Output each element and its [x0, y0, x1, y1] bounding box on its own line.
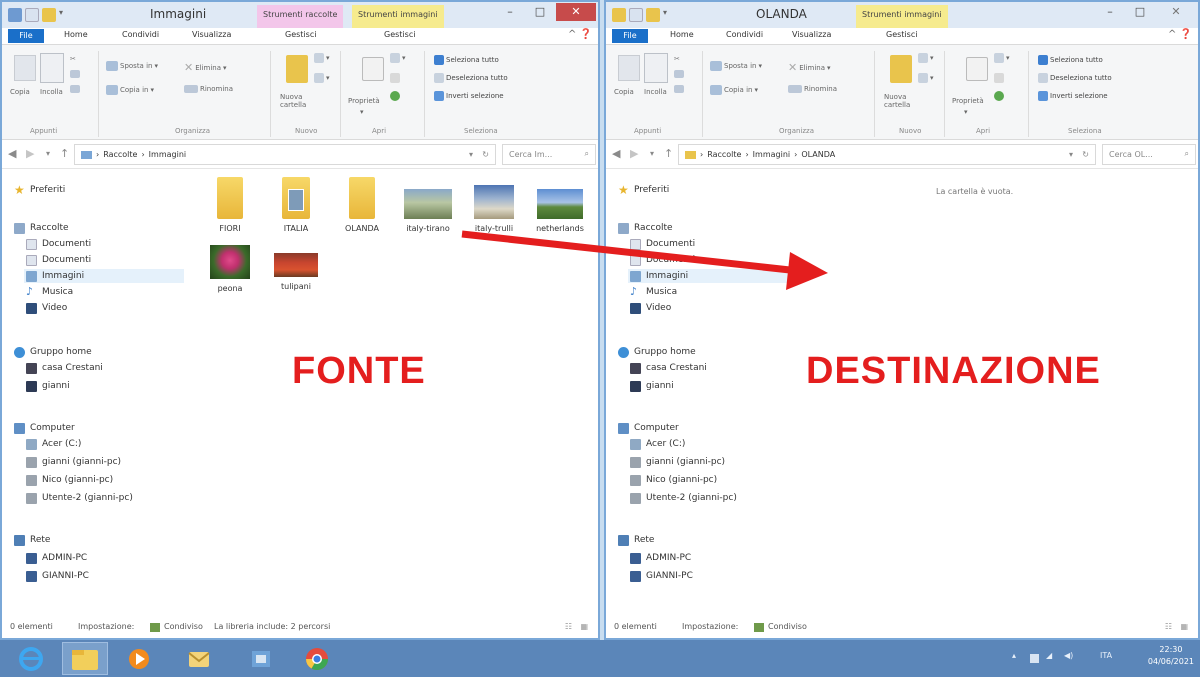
taskbar: ▴ ◢ ◀) ITA 22:30 04/06/2021	[0, 640, 1200, 677]
file-explorer-icon	[72, 649, 98, 670]
taskbar-ie[interactable]	[8, 642, 54, 675]
action-center-icon[interactable]	[1030, 654, 1039, 663]
taskbar-explorer[interactable]	[62, 642, 108, 675]
drag-arrow-line	[461, 230, 791, 274]
internet-explorer-icon	[19, 646, 43, 671]
media-player-icon	[129, 648, 149, 669]
taskbar-clock[interactable]: 22:30 04/06/2021	[1148, 644, 1194, 668]
volume-icon[interactable]: ◀)	[1064, 651, 1073, 660]
taskbar-outlook[interactable]	[176, 642, 222, 675]
taskbar-chrome[interactable]	[294, 642, 340, 675]
tray-arrow-icon[interactable]: ▴	[1012, 651, 1016, 660]
mail-icon	[188, 651, 210, 667]
drag-arrow-head-icon	[786, 252, 828, 290]
taskbar-media-player[interactable]	[116, 642, 162, 675]
taskbar-photos[interactable]	[238, 642, 284, 675]
drag-arrow-overlay	[461, 230, 828, 290]
photos-app-icon	[252, 650, 270, 667]
clock-time: 22:30	[1159, 645, 1183, 654]
input-language[interactable]: ITA	[1100, 651, 1112, 660]
clock-date: 04/06/2021	[1147, 657, 1194, 666]
network-status-icon[interactable]: ◢	[1046, 651, 1052, 660]
chrome-icon	[306, 647, 328, 670]
